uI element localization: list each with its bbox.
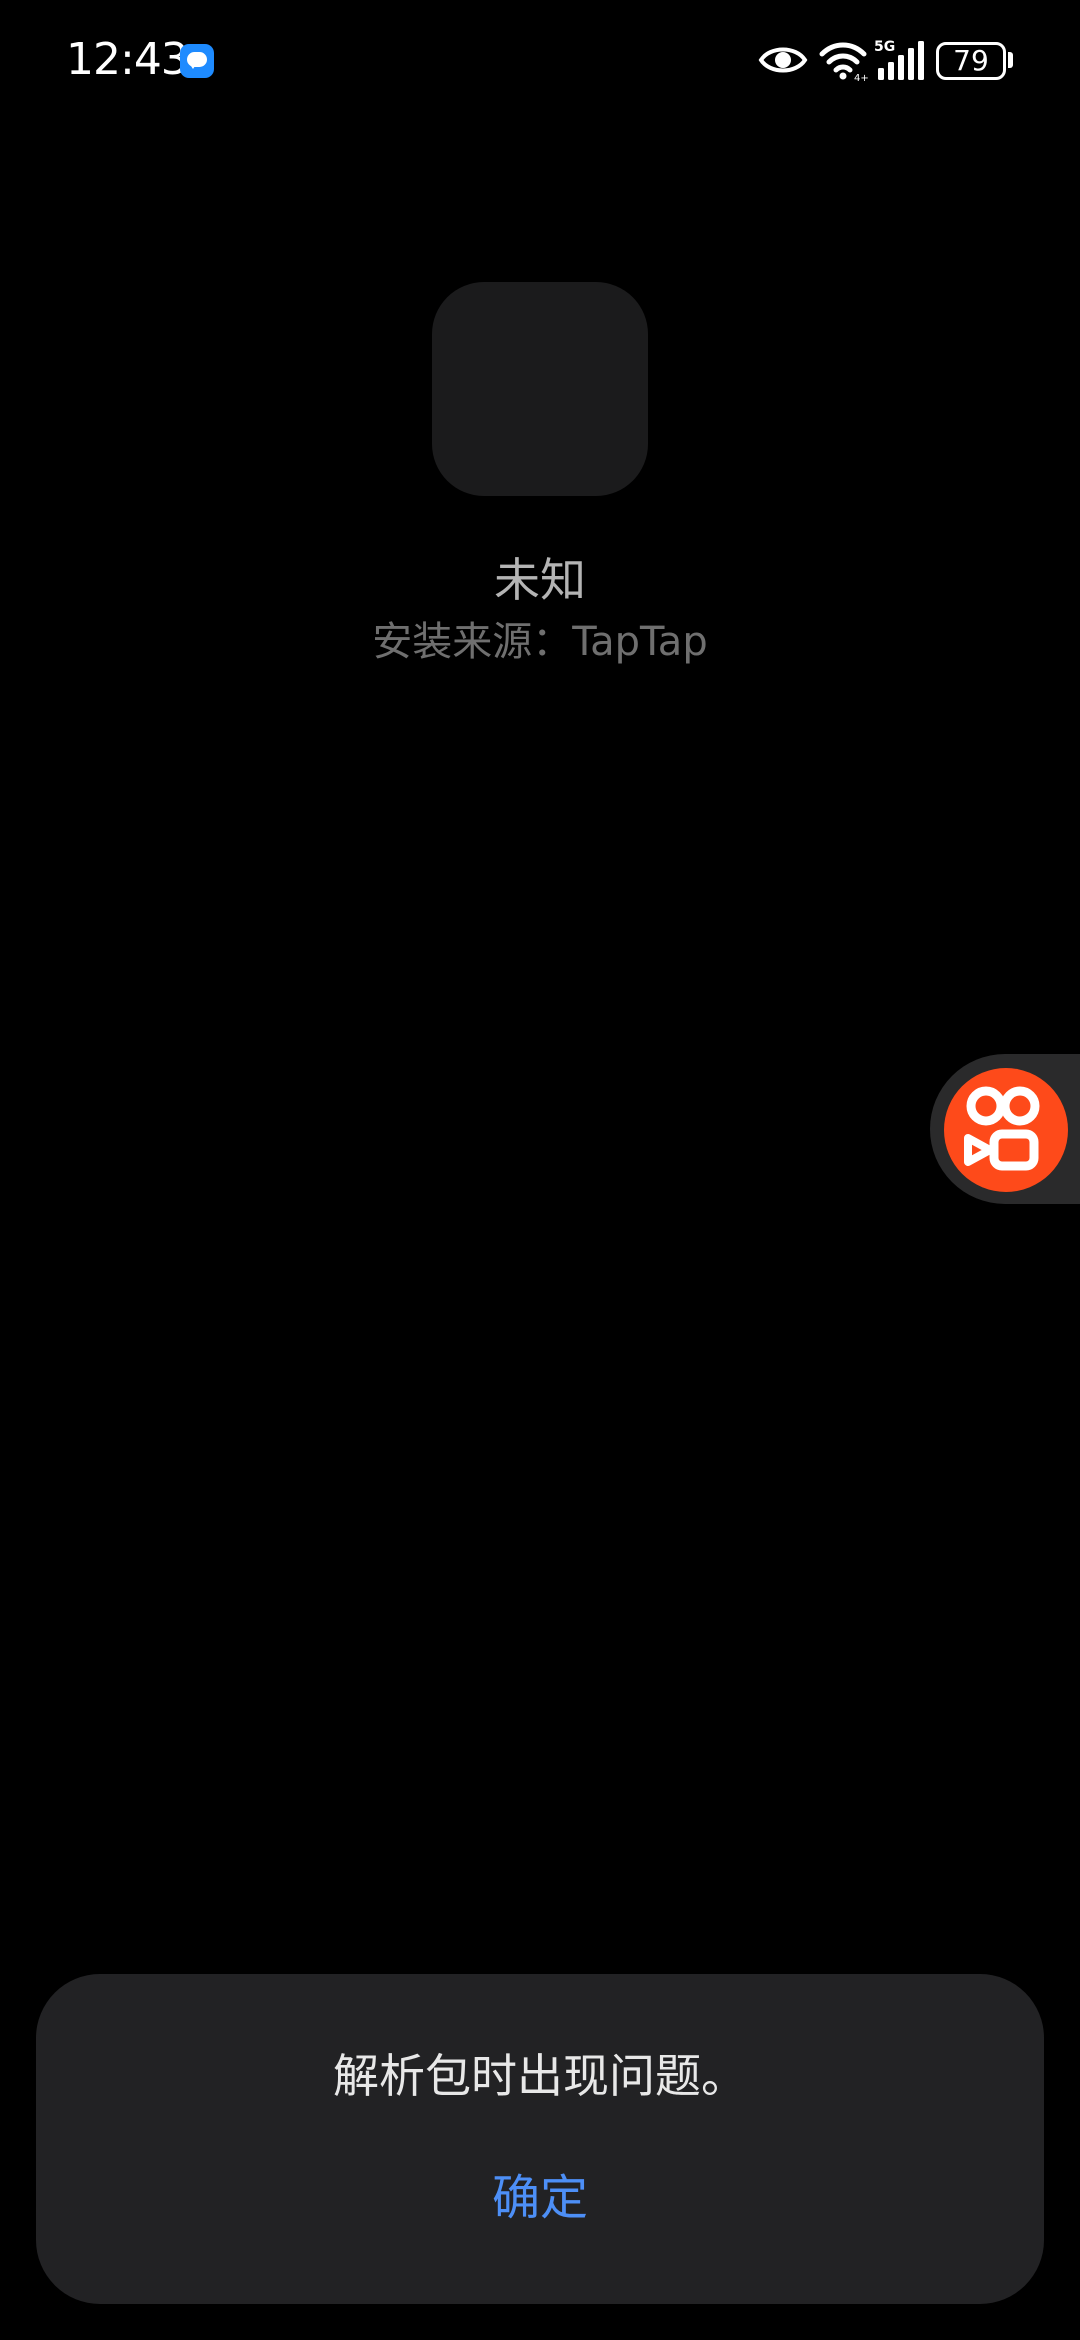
app-name: 未知 [494, 553, 586, 607]
wifi-icon: 4+ [819, 42, 868, 82]
install-source: 安装来源：TapTap [372, 619, 708, 665]
battery-icon: 79 [936, 42, 1006, 80]
status-time: 12:43 [66, 34, 189, 85]
confirm-button[interactable]: 确定 [440, 2158, 640, 2238]
kuaishou-icon[interactable] [944, 1068, 1068, 1192]
dialog-message: 解析包时出现问题。 [333, 2049, 747, 2103]
message-icon [180, 44, 214, 78]
signal-icon: 5G [874, 39, 924, 80]
status-bar: 12:43 4+ 5G 79 [0, 0, 1080, 120]
app-icon-placeholder [432, 282, 648, 496]
battery-cap [1008, 52, 1013, 68]
network-type-label: 5G [874, 39, 895, 55]
error-dialog: 解析包时出现问题。 确定 [36, 1974, 1044, 2304]
eye-icon [758, 47, 808, 73]
battery-level: 79 [953, 44, 989, 77]
svg-text:4+: 4+ [854, 73, 868, 82]
